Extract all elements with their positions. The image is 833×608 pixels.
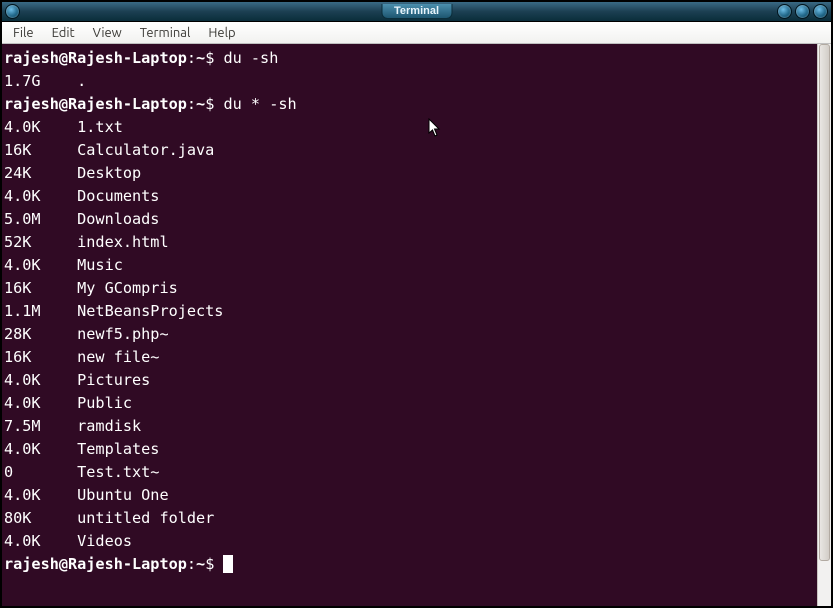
window-title: Terminal (381, 4, 452, 19)
close-button[interactable] (813, 4, 828, 19)
window-menu-button[interactable] (5, 4, 20, 19)
scrollbar-thumb[interactable] (819, 44, 830, 561)
terminal-window: Terminal File Edit View Terminal Help ra… (0, 0, 833, 608)
titlebar[interactable]: Terminal (2, 2, 831, 22)
menubar: File Edit View Terminal Help (2, 22, 831, 44)
menu-edit[interactable]: Edit (43, 24, 84, 42)
terminal-body[interactable]: rajesh@Rajesh-Laptop:~$ du -sh 1.7G . ra… (2, 44, 817, 606)
menu-file[interactable]: File (4, 24, 43, 42)
minimize-button[interactable] (777, 4, 792, 19)
scrollbar[interactable] (817, 44, 831, 606)
menu-terminal[interactable]: Terminal (131, 24, 200, 42)
menu-help[interactable]: Help (199, 24, 244, 42)
terminal-wrap: rajesh@Rajesh-Laptop:~$ du -sh 1.7G . ra… (2, 44, 831, 606)
maximize-button[interactable] (795, 4, 810, 19)
menu-view[interactable]: View (84, 24, 131, 42)
